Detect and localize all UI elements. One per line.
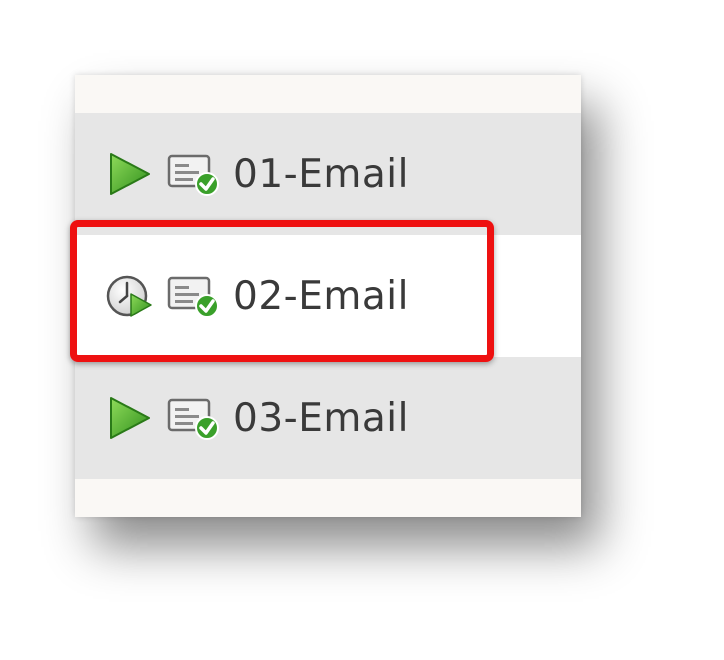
play-icon [110,153,150,195]
program-list-panel: 01-Email 02-Email 03-Email [75,75,581,517]
email-approved-icon [167,276,219,318]
scheduled-clock-play-icon [106,275,152,317]
list-item-label: 01-Email [233,151,409,197]
email-approved-icon [167,398,219,440]
list-item-03-email[interactable]: 03-Email [75,357,581,479]
email-approved-icon [167,154,219,196]
play-icon [110,397,150,439]
list-item-label: 02-Email [233,273,409,319]
list-item-02-email[interactable]: 02-Email [75,235,581,357]
screenshot-stage: 01-Email 02-Email 03-Email [0,0,724,660]
list-item-01-email[interactable]: 01-Email [75,113,581,235]
list-item-label: 03-Email [233,395,409,441]
